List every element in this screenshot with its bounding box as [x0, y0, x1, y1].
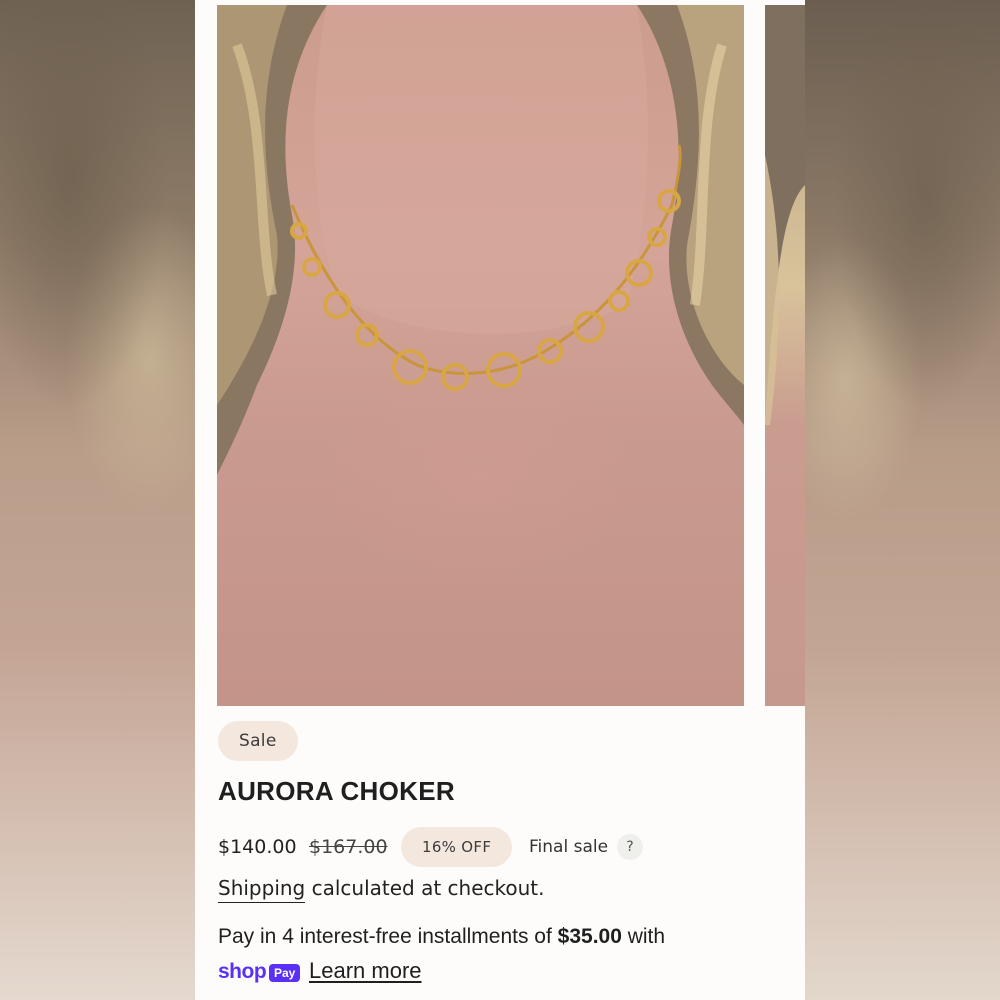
discount-badge: 16% OFF [401, 827, 513, 867]
blurred-backdrop-left [0, 0, 195, 1000]
next-photo-illustration [765, 5, 805, 425]
price-original: $167.00 [309, 836, 388, 858]
price-row: $140.00 $167.00 16% OFF Final sale ? [218, 827, 798, 867]
product-image-main[interactable] [217, 5, 744, 706]
shop-pay-row: shop Pay Learn more [218, 958, 798, 988]
installment-amount: $35.00 [557, 925, 622, 948]
installments-suffix: with [621, 925, 666, 948]
learn-more-link[interactable]: Learn more [309, 958, 422, 984]
shop-pay-badge: Pay [269, 964, 301, 982]
product-photo-illustration [217, 5, 744, 475]
shipping-note-text: calculated at checkout. [305, 876, 545, 900]
product-image-next-peek[interactable] [765, 5, 805, 706]
question-mark-icon[interactable]: ? [617, 834, 643, 860]
product-title: AURORA CHOKER [218, 776, 455, 806]
price-current: $140.00 [218, 836, 297, 858]
final-sale-label: Final sale [529, 837, 609, 857]
shipping-link[interactable]: Shipping [218, 876, 306, 903]
installments-text: Pay in 4 interest-free installments of $… [218, 925, 798, 949]
sale-badge: Sale [218, 721, 298, 761]
shop-pay-logo: shop [218, 960, 267, 983]
blurred-backdrop-right [805, 0, 1000, 1000]
product-page: Sale AURORA CHOKER $140.00 $167.00 16% O… [195, 0, 805, 1000]
installments-prefix: Pay in 4 interest-free installments of [218, 925, 558, 948]
shipping-note: Shipping calculated at checkout. [218, 876, 545, 903]
